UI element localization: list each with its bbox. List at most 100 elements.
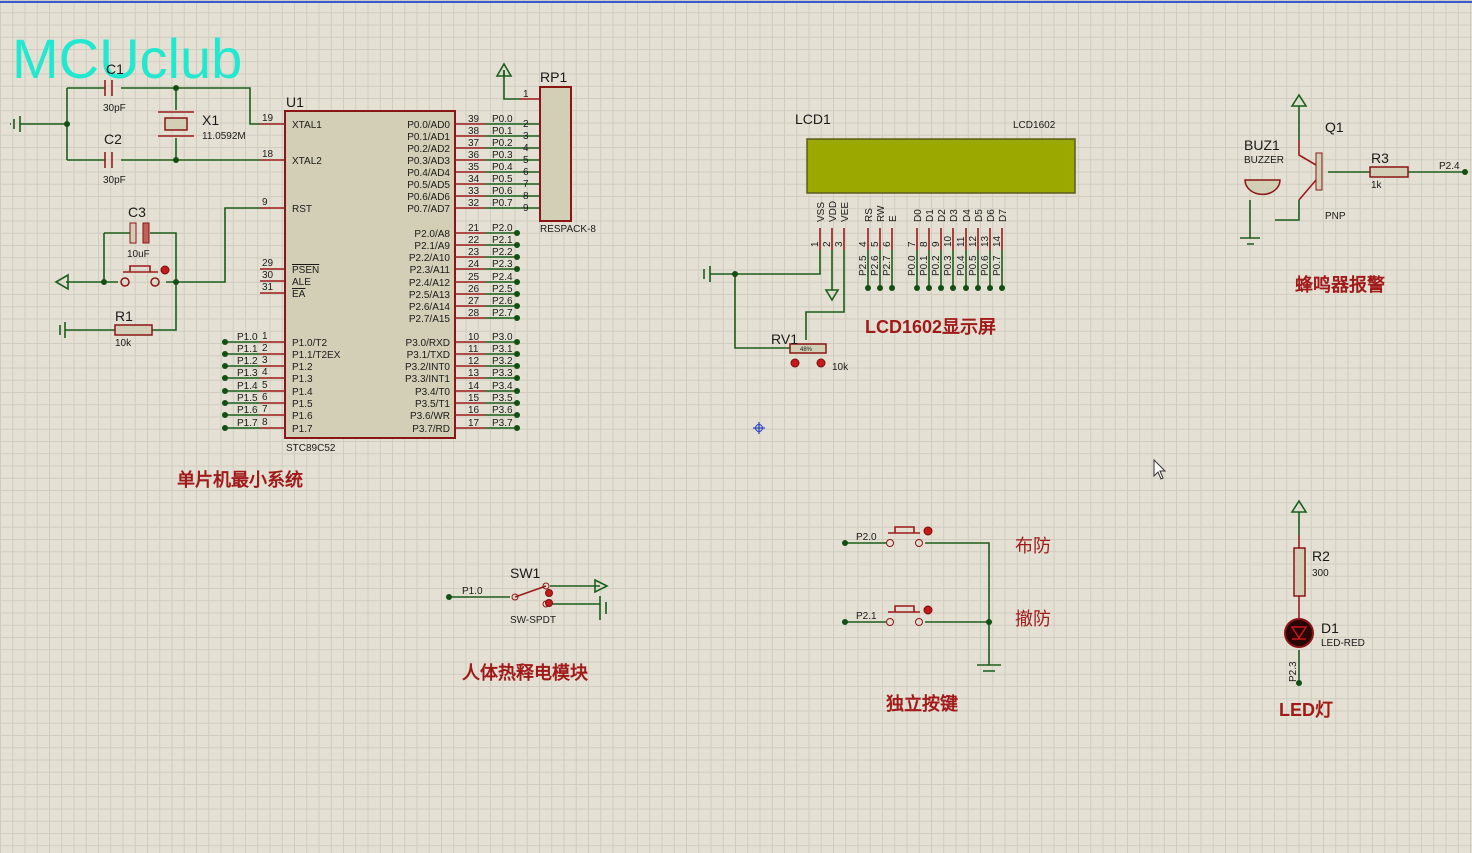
led-d1[interactable] xyxy=(1284,618,1314,648)
c2-ref: C2 xyxy=(104,131,122,147)
lcd-module[interactable]: LCD1 LCD1602 VSS1VDD2VEE3RS4P2.5RW5P2.6E… xyxy=(703,111,1076,373)
net-terminal[interactable] xyxy=(914,285,920,291)
buzzer-circuit: BUZ1 BUZZER Q1 PNP R3 1k P2.4 蜂鸣器报警 xyxy=(1240,93,1468,295)
net-terminal[interactable] xyxy=(889,285,895,291)
net-terminal[interactable] xyxy=(222,351,228,357)
pin-name: D0 xyxy=(913,209,924,222)
lcd-pin-e[interactable]: E 6 P2.7 xyxy=(882,215,899,291)
resistor-r1[interactable] xyxy=(114,324,153,336)
net-terminal[interactable] xyxy=(926,285,932,291)
schematic-canvas[interactable]: MCUclub U1 STC89C52 19XTAL118XTAL29RST29… xyxy=(0,0,1472,853)
net-terminal[interactable] xyxy=(514,230,520,236)
rp1-pin-number: 4 xyxy=(523,143,529,154)
net-label: P0.5 xyxy=(968,255,979,276)
net-terminal[interactable] xyxy=(514,339,520,345)
pin-name: D1 xyxy=(925,209,936,222)
pin-name: P0.6/AD6 xyxy=(407,192,450,203)
rp1-pin-number: 6 xyxy=(523,167,529,178)
net-terminal[interactable] xyxy=(987,285,993,291)
sw1-ref: SW1 xyxy=(510,565,541,581)
capacitor-icon xyxy=(104,80,113,168)
key-state-indicator[interactable] xyxy=(923,526,933,536)
net-terminal[interactable] xyxy=(938,285,944,291)
net-terminal[interactable] xyxy=(514,351,520,357)
net-terminal[interactable] xyxy=(514,279,520,285)
pin-number: 11 xyxy=(468,344,479,355)
net-terminal[interactable] xyxy=(222,412,228,418)
resistor-r3[interactable] xyxy=(1369,166,1409,178)
switch-toggle-a[interactable] xyxy=(545,589,553,597)
pin-name: P3.5/T1 xyxy=(415,399,450,410)
button-state-indicator[interactable] xyxy=(160,265,170,275)
net-terminal[interactable] xyxy=(514,363,520,369)
rv1-decrease[interactable] xyxy=(790,358,800,368)
key-arm-button[interactable] xyxy=(888,526,920,534)
net-terminal[interactable] xyxy=(514,303,520,309)
net-label: P0.1 xyxy=(919,255,930,276)
key-state-indicator[interactable] xyxy=(923,605,933,615)
net-terminal[interactable] xyxy=(514,266,520,272)
rp1-part: RESPACK-8 xyxy=(540,224,596,235)
pin-number: 37 xyxy=(468,138,480,149)
net-terminal[interactable] xyxy=(514,291,520,297)
c3-plate xyxy=(129,222,137,244)
pin-number: 6 xyxy=(262,392,268,403)
net-terminal[interactable] xyxy=(963,285,969,291)
net-terminal[interactable] xyxy=(950,285,956,291)
lcd-pin-d0[interactable]: D0 7 P0.0 xyxy=(907,209,924,291)
rp1-body[interactable] xyxy=(539,86,572,222)
net-terminal[interactable] xyxy=(514,375,520,381)
net-terminal[interactable] xyxy=(999,285,1005,291)
reset-button[interactable] xyxy=(123,265,158,273)
net-terminal[interactable] xyxy=(514,425,520,431)
net-terminal[interactable] xyxy=(514,400,520,406)
net-terminal[interactable] xyxy=(222,375,228,381)
pin-number: 11 xyxy=(956,236,967,247)
net-terminal[interactable] xyxy=(222,400,228,406)
pin-number: 21 xyxy=(468,223,480,234)
ground-icon xyxy=(1240,237,1260,245)
pin-number: 25 xyxy=(468,272,480,283)
net-terminal[interactable] xyxy=(222,425,228,431)
mcu-u1[interactable]: U1 STC89C52 19XTAL118XTAL29RST29PSEN30AL… xyxy=(222,94,540,454)
key-disarm-button[interactable] xyxy=(888,605,920,613)
pin-number: 4 xyxy=(262,367,268,378)
net-terminal[interactable] xyxy=(975,285,981,291)
net-terminal[interactable] xyxy=(514,242,520,248)
mouse-cursor-icon xyxy=(1153,458,1167,480)
net-terminal[interactable] xyxy=(222,339,228,345)
switch-blade[interactable] xyxy=(514,585,547,598)
pin-name: P0.1/AD1 xyxy=(407,132,450,143)
pin-name: D4 xyxy=(962,209,973,222)
pin-number: 10 xyxy=(468,332,480,343)
net-terminal[interactable] xyxy=(877,285,883,291)
r1-value: 10k xyxy=(115,338,132,349)
net-terminal[interactable] xyxy=(514,412,520,418)
net-terminal[interactable] xyxy=(514,315,520,321)
pin-name: P0.4/AD4 xyxy=(407,168,450,179)
pin-name: P0.3/AD3 xyxy=(407,156,450,167)
resistor-r2[interactable] xyxy=(1293,547,1306,597)
lcd-pin-rs[interactable]: RS 4 P2.5 xyxy=(858,208,875,291)
power-arrow-icon xyxy=(1290,93,1308,107)
net-terminal[interactable] xyxy=(222,363,228,369)
pin-number: 30 xyxy=(262,270,274,281)
ground-icon xyxy=(977,664,1001,672)
buzzer-icon[interactable] xyxy=(1244,179,1281,196)
pin-number: 17 xyxy=(468,418,480,429)
pin-number: 2 xyxy=(262,343,268,354)
sw1-value: SW-SPDT xyxy=(510,615,556,626)
switch-toggle-b[interactable] xyxy=(545,599,553,607)
pin-name: P3.2/INT0 xyxy=(405,362,450,373)
pin-number: 8 xyxy=(262,417,268,428)
net-terminal[interactable] xyxy=(514,254,520,260)
rv1-increase[interactable] xyxy=(816,358,826,368)
net-terminal[interactable] xyxy=(514,388,520,394)
pin-number: 5 xyxy=(262,380,268,391)
transistor-q1[interactable] xyxy=(1315,152,1323,191)
c3-ref: C3 xyxy=(128,204,146,220)
pin-name: RW xyxy=(876,205,887,222)
net-terminal[interactable] xyxy=(865,285,871,291)
pin-number: 7 xyxy=(907,241,918,247)
net-terminal[interactable] xyxy=(222,388,228,394)
